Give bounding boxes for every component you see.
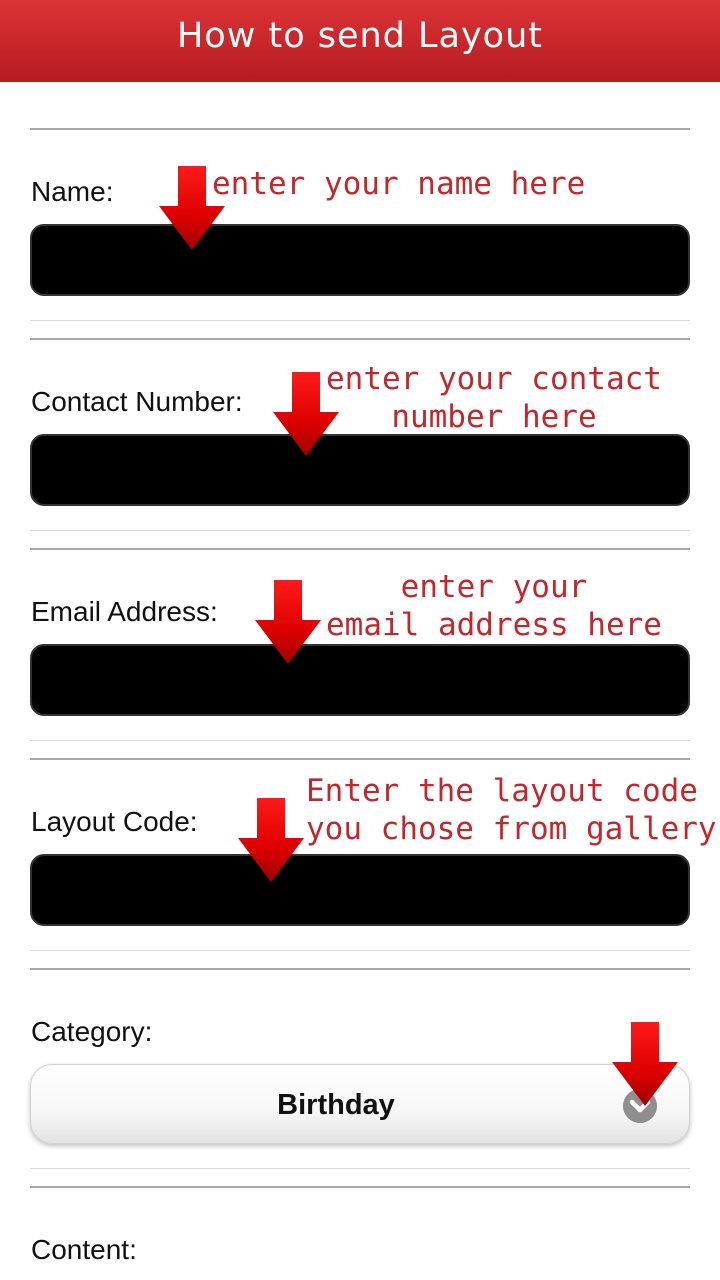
red-down-arrow-icon	[612, 1022, 678, 1106]
hint-line: enter your	[400, 569, 588, 605]
hint-line: enter your name here	[212, 166, 586, 202]
contact-hint: enter your contact number here	[326, 360, 662, 436]
contact-label: Contact Number:	[31, 386, 243, 417]
name-hint: enter your name here	[212, 165, 585, 203]
contact-number-field[interactable]	[30, 434, 690, 506]
section-divider	[30, 128, 690, 130]
section-divider	[30, 530, 690, 531]
category-label: Category:	[31, 1016, 153, 1047]
hint-line: number here	[391, 399, 597, 435]
layout-code-field[interactable]	[30, 854, 690, 926]
section-divider	[30, 1168, 690, 1169]
red-down-arrow-icon	[238, 798, 304, 882]
section-divider	[30, 1186, 690, 1188]
section-divider	[30, 968, 690, 970]
section-divider	[30, 320, 690, 321]
section-divider	[30, 740, 690, 741]
section-divider	[30, 548, 690, 550]
category-select[interactable]: Birthday	[30, 1064, 690, 1144]
layout-code-label: Layout Code:	[31, 806, 198, 837]
hint-line: Enter the layout code	[306, 773, 698, 809]
layout-code-hint: Enter the layout code you chose from gal…	[306, 772, 717, 848]
hint-line: enter your contact	[326, 361, 662, 397]
hint-line: you chose from gallery	[306, 811, 717, 847]
email-field[interactable]	[30, 644, 690, 716]
page-title: How to send Layout	[176, 16, 544, 56]
name-label: Name:	[31, 176, 114, 207]
app-header: How to send Layout	[0, 0, 720, 82]
section-divider	[30, 338, 690, 340]
section-divider	[30, 950, 690, 951]
hint-line: email address here	[326, 607, 662, 643]
email-hint: enter your email address here	[326, 568, 662, 644]
red-down-arrow-icon	[255, 580, 321, 664]
category-selected-value: Birthday	[277, 1089, 395, 1121]
section-divider	[30, 758, 690, 760]
name-field[interactable]	[30, 224, 690, 296]
content-label: Content:	[31, 1234, 137, 1265]
email-label: Email Address:	[31, 596, 218, 627]
